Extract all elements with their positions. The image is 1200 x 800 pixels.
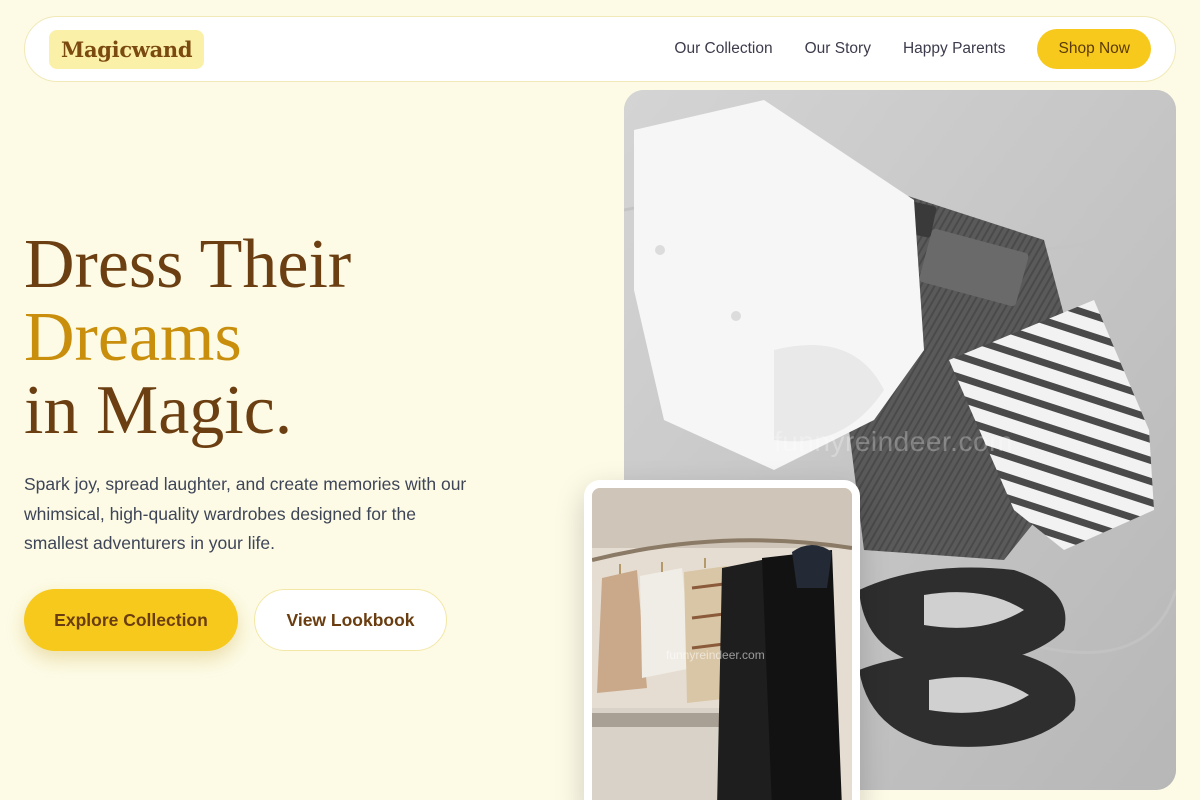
- explore-collection-button[interactable]: Explore Collection: [24, 589, 238, 651]
- hero-headline: Dress Their Dreams in Magic.: [24, 228, 351, 447]
- headline-line-1: Dress Their: [24, 226, 352, 303]
- hero-subtext: Spark joy, spread laughter, and create m…: [24, 474, 467, 553]
- brand-logo[interactable]: Magicwand: [49, 29, 205, 69]
- nav-link-our-collection[interactable]: Our Collection: [674, 40, 772, 58]
- headline-line-3: in Magic.: [24, 372, 293, 449]
- top-nav: Magicwand Our Collection Our Story Happy…: [24, 16, 1176, 82]
- view-lookbook-button[interactable]: View Lookbook: [254, 589, 447, 651]
- small-image-watermark: funnyreindeer.com: [666, 648, 765, 662]
- store-rack-image: funnyreindeer.com: [592, 488, 852, 800]
- nav-links: Our Collection Our Story Happy Parents S…: [674, 29, 1151, 69]
- headline-accent: Dreams: [24, 299, 242, 376]
- main-image-watermark: funnyreindeer.com: [774, 426, 1013, 457]
- shop-now-button[interactable]: Shop Now: [1037, 29, 1151, 69]
- nav-link-our-story[interactable]: Our Story: [805, 40, 871, 58]
- nav-link-happy-parents[interactable]: Happy Parents: [903, 40, 1006, 58]
- store-rack-image-card: funnyreindeer.com: [584, 480, 860, 800]
